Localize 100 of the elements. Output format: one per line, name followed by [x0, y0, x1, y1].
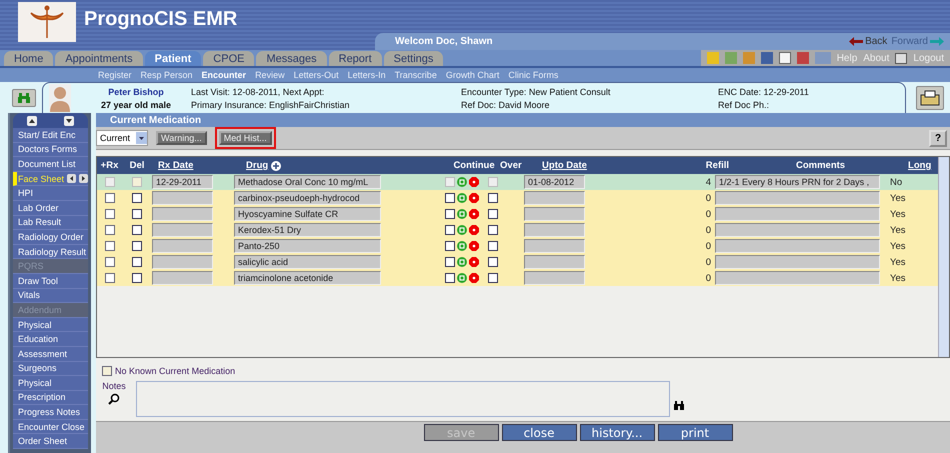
over-checkbox[interactable] — [488, 273, 498, 283]
rx-date-field[interactable] — [152, 207, 214, 221]
comments-field[interactable] — [715, 239, 880, 253]
comments-field[interactable] — [715, 255, 880, 269]
subnav-link[interactable]: Resp Person — [140, 70, 193, 80]
rx-date-field[interactable] — [152, 271, 214, 285]
rx-date-field[interactable]: 12-29-2011 — [152, 175, 214, 189]
stop-sign-icon[interactable] — [469, 209, 480, 219]
rx-date-field[interactable] — [152, 191, 214, 205]
fax-button[interactable] — [916, 86, 944, 110]
continue-checkbox[interactable] — [445, 177, 456, 187]
action-button[interactable]: close — [502, 424, 577, 441]
sort-link[interactable]: Long — [908, 160, 932, 171]
sidebar-item[interactable]: Radiology Order — [13, 230, 88, 245]
sidebar-item[interactable]: Progress Notes — [13, 405, 88, 420]
continue-checkbox[interactable] — [445, 241, 456, 251]
upto-date-field[interactable]: 01-08-2012 — [524, 175, 586, 189]
continue-checkbox[interactable] — [445, 209, 456, 219]
continue-checkbox[interactable] — [445, 273, 456, 283]
nav-tab[interactable]: Report — [328, 51, 382, 66]
upto-date-field[interactable] — [524, 271, 586, 285]
over-checkbox[interactable] — [488, 241, 498, 251]
drug-field[interactable]: Panto-250 — [234, 239, 382, 253]
upto-date-field[interactable] — [524, 191, 586, 205]
prescription-icon[interactable] — [457, 177, 468, 187]
subnav-link[interactable]: Transcribe — [394, 70, 437, 80]
drug-field[interactable]: carbinox-pseudoeph-hydrocod — [234, 191, 382, 205]
patient-name[interactable]: Peter Bishop — [108, 86, 164, 96]
subnav-link[interactable]: Growth Chart — [446, 70, 500, 80]
nav-tab[interactable]: Messages — [256, 51, 327, 66]
fax-machine-icon[interactable] — [919, 90, 941, 106]
stop-sign-icon[interactable] — [469, 193, 480, 203]
rx-checkbox[interactable] — [104, 193, 115, 203]
sidebar-item[interactable]: Document List — [13, 157, 88, 172]
sidebar-item[interactable]: Assessment — [13, 346, 88, 362]
filter-select[interactable]: Current — [96, 130, 148, 146]
upto-date-field[interactable] — [524, 255, 586, 269]
scrollbar[interactable] — [938, 157, 950, 357]
sidebar-item[interactable]: Physical — [13, 318, 88, 332]
drug-field[interactable]: Hyoscyamine Sulfate CR — [234, 207, 382, 221]
sidebar-item[interactable]: Physical — [13, 376, 88, 391]
sidebar-item[interactable]: Education — [13, 332, 88, 347]
history-nav-link[interactable]: Back — [849, 36, 888, 47]
rx-checkbox[interactable] — [104, 209, 115, 219]
delete-checkbox[interactable] — [132, 209, 142, 219]
subnav-link[interactable]: Register — [98, 70, 132, 80]
subnav-link[interactable]: Letters-Out — [294, 70, 339, 80]
rx-checkbox[interactable] — [104, 273, 115, 283]
comments-field[interactable] — [715, 271, 880, 285]
comments-field[interactable] — [715, 207, 880, 221]
toolbar-button[interactable]: Warning... — [156, 131, 207, 145]
sidebar-item[interactable]: Lab Order — [13, 200, 88, 216]
sidebar-item[interactable]: Start/ Edit Enc — [13, 128, 88, 143]
sidebar-item[interactable]: Surgeons — [13, 362, 88, 376]
sidebar-item[interactable]: Face Sheet — [13, 172, 88, 186]
help-button[interactable]: ? — [929, 130, 948, 146]
nav-tab[interactable]: Appointments — [55, 51, 143, 66]
subnav-link[interactable]: Encounter — [202, 70, 246, 80]
drug-field[interactable]: triamcinolone acetonide — [234, 271, 382, 285]
rx-date-field[interactable] — [152, 239, 214, 253]
upto-date-field[interactable] — [524, 239, 586, 253]
sidebar-item[interactable]: Prescription — [13, 390, 88, 406]
upto-date-field[interactable] — [524, 207, 586, 221]
delete-checkbox[interactable] — [132, 241, 142, 251]
upto-date-field[interactable] — [524, 223, 586, 237]
comments-field[interactable]: 1/2-1 Every 8 Hours PRN for 2 Days , — [715, 175, 880, 189]
drug-field[interactable]: salicylic acid — [234, 255, 382, 269]
rx-date-field[interactable] — [152, 255, 214, 269]
sidebar-item[interactable]: Vitals — [13, 288, 88, 304]
stop-sign-icon[interactable] — [469, 257, 480, 267]
next-arrow-icon[interactable] — [79, 174, 88, 184]
stop-sign-icon[interactable] — [469, 241, 480, 251]
rx-checkbox[interactable] — [104, 177, 115, 187]
over-checkbox[interactable] — [488, 257, 498, 267]
action-button[interactable]: print — [658, 424, 733, 441]
stop-sign-icon[interactable] — [469, 273, 480, 283]
sidebar-item[interactable]: Order Sheet — [13, 434, 88, 450]
delete-checkbox[interactable] — [132, 257, 142, 267]
subnav-link[interactable]: Clinic Forms — [508, 70, 558, 80]
sidebar-item[interactable]: Lab Result — [13, 216, 88, 230]
over-checkbox[interactable] — [488, 193, 498, 203]
subnav-link[interactable]: Letters-In — [348, 70, 386, 80]
sidebar-item[interactable]: Encounter Close — [13, 420, 88, 434]
binoculars-icon[interactable] — [674, 401, 684, 410]
sidebar-item[interactable]: HPI — [13, 186, 88, 201]
rx-date-field[interactable] — [152, 223, 214, 237]
comments-field[interactable] — [715, 223, 880, 237]
nav-tab[interactable]: Home — [4, 51, 54, 66]
delete-checkbox[interactable] — [132, 273, 142, 283]
nav-tab[interactable]: CPOE — [203, 51, 254, 66]
nav-tab[interactable]: Settings — [384, 51, 444, 66]
comments-field[interactable] — [715, 191, 880, 205]
binoculars-button[interactable] — [12, 88, 36, 106]
toolbar-button[interactable]: Med Hist... — [218, 131, 272, 145]
sidebar-item[interactable]: Radiology Result — [13, 244, 88, 260]
scroll-up-icon[interactable] — [26, 116, 37, 126]
sort-link[interactable]: Rx Date — [158, 160, 194, 171]
stop-sign-icon[interactable] — [469, 177, 480, 187]
add-icon[interactable] — [271, 160, 282, 170]
delete-checkbox[interactable] — [132, 225, 142, 235]
